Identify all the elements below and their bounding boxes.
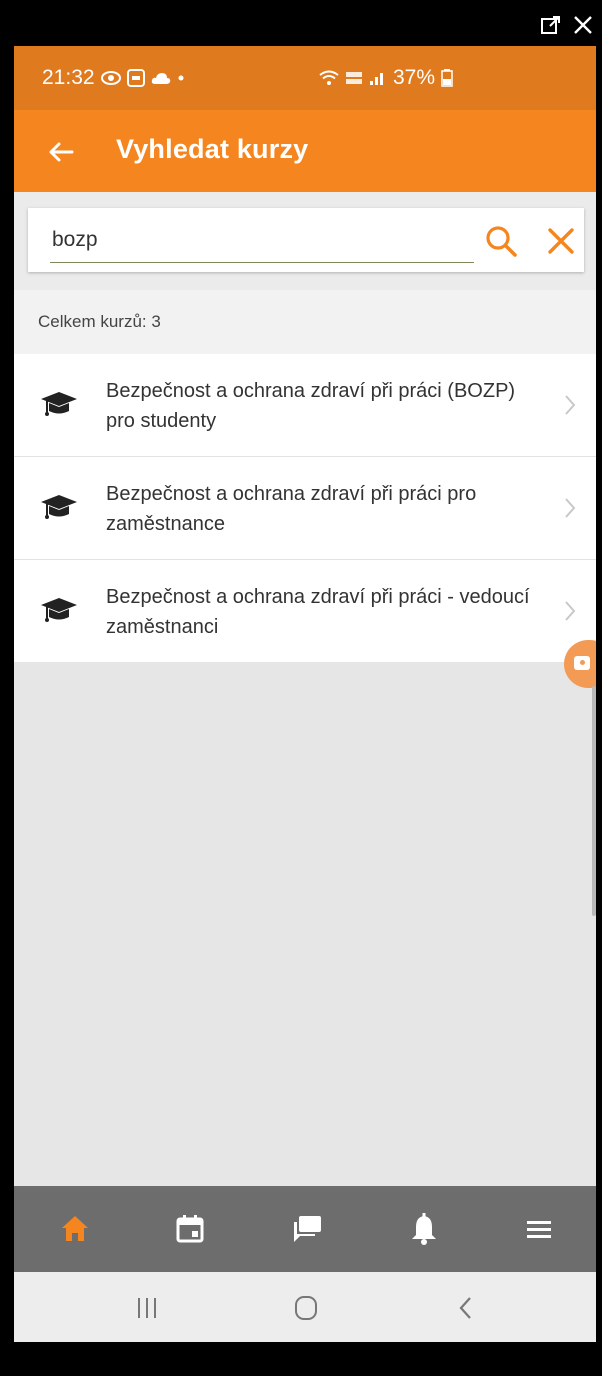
graduation-cap-icon <box>41 495 77 519</box>
page-title: Vyhledat kurzy <box>116 134 309 164</box>
wifi-icon <box>319 70 339 85</box>
search-box <box>28 208 584 272</box>
clear-search-icon[interactable] <box>546 226 576 256</box>
calendar-icon[interactable] <box>173 1212 207 1246</box>
back-arrow-icon[interactable] <box>46 137 76 167</box>
close-window-icon[interactable] <box>572 14 594 36</box>
course-title: Bezpečnost a ochrana zdraví při práci - … <box>106 586 530 638</box>
signal-icon <box>370 73 383 85</box>
volte-lte-icon <box>346 72 362 84</box>
status-left: 21:32 <box>42 66 185 90</box>
recent-apps-icon[interactable] <box>132 1294 162 1322</box>
window-controls <box>540 14 594 36</box>
window-frame-bottom <box>0 1342 602 1376</box>
phone-screen: 21:32 37% Vyhledat kurzy bozp Celkem kur… <box>14 46 596 1342</box>
course-title: Bezpečnost a ochrana zdraví při práci pr… <box>106 483 477 535</box>
course-list: Bezpečnost a ochrana zdraví při práci (B… <box>14 354 596 662</box>
search-icon[interactable] <box>484 224 518 258</box>
menu-icon[interactable] <box>522 1212 556 1246</box>
system-navigation-bar <box>14 1272 596 1342</box>
chevron-right-icon <box>565 601 576 621</box>
video-icon <box>574 656 590 670</box>
search-section <box>14 192 596 290</box>
results-count: Celkem kurzů: 3 <box>38 312 161 331</box>
graduation-cap-icon <box>41 598 77 622</box>
results-count-bar: Celkem kurzů: 3 <box>14 290 596 354</box>
home-button-icon[interactable] <box>291 1294 321 1322</box>
cloud-icon <box>151 73 170 84</box>
search-input[interactable] <box>50 218 474 263</box>
course-item[interactable]: Bezpečnost a ochrana zdraví při práci - … <box>14 560 596 662</box>
open-external-icon[interactable] <box>540 14 562 36</box>
course-title: Bezpečnost a ochrana zdraví při práci (B… <box>106 380 516 432</box>
chevron-right-icon <box>565 498 576 518</box>
graduation-cap-icon <box>41 392 77 416</box>
app-notification-icon <box>126 69 145 87</box>
course-item[interactable]: Bezpečnost a ochrana zdraví při práci (B… <box>14 354 596 457</box>
status-time: 21:32 <box>42 66 95 89</box>
back-button-icon[interactable] <box>451 1294 481 1322</box>
battery-icon <box>441 69 453 87</box>
status-bar: 21:32 37% <box>14 46 596 110</box>
battery-percent: 37% <box>393 66 436 89</box>
course-item[interactable]: Bezpečnost a ochrana zdraví při práci pr… <box>14 457 596 560</box>
chevron-right-icon <box>565 395 576 415</box>
bell-icon[interactable] <box>407 1212 441 1246</box>
chat-icon[interactable] <box>290 1212 324 1246</box>
eye-icon <box>100 71 121 85</box>
app-bar: Vyhledat kurzy <box>14 110 596 192</box>
dot-icon <box>178 75 184 81</box>
status-right: 37% <box>319 66 453 90</box>
window-frame-top <box>0 0 602 46</box>
scrollbar[interactable] <box>592 686 596 916</box>
home-icon[interactable] <box>58 1212 92 1246</box>
bottom-navigation <box>14 1186 596 1272</box>
